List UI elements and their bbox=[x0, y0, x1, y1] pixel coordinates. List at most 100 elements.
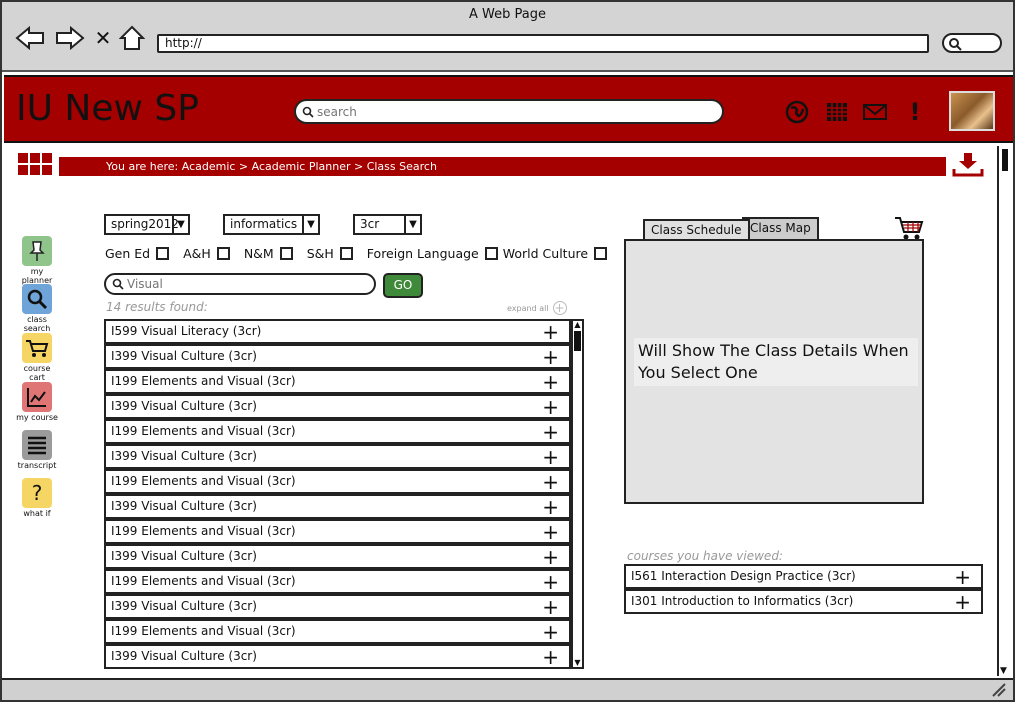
plus-icon[interactable]: + bbox=[542, 547, 559, 567]
list-item[interactable]: I399 Visual Culture (3cr) + bbox=[104, 444, 571, 469]
top-search-box[interactable] bbox=[294, 99, 724, 124]
list-item[interactable]: I399 Visual Culture (3cr) + bbox=[104, 394, 571, 419]
plus-icon[interactable]: + bbox=[542, 447, 559, 467]
nav-label: transcript bbox=[17, 461, 57, 470]
scroll-down-icon[interactable]: ▼ bbox=[573, 659, 582, 667]
download-icon[interactable] bbox=[952, 152, 984, 178]
list-item[interactable]: I399 Visual Culture (3cr) + bbox=[104, 494, 571, 519]
plus-icon[interactable]: + bbox=[542, 597, 559, 617]
course-title: I199 Elements and Visual (3cr) bbox=[111, 424, 296, 438]
checkbox-foreign-language[interactable] bbox=[484, 247, 498, 260]
list-item[interactable]: I399 Visual Culture (3cr) + bbox=[104, 644, 571, 669]
list-item[interactable]: I301 Introduction to Informatics (3cr) + bbox=[624, 589, 983, 614]
course-title: I399 Visual Culture (3cr) bbox=[111, 649, 257, 663]
list-item[interactable]: I199 Elements and Visual (3cr) + bbox=[104, 469, 571, 494]
plus-icon: + bbox=[552, 301, 567, 315]
globe-icon[interactable] bbox=[784, 99, 810, 125]
url-bar[interactable]: http:// bbox=[157, 34, 929, 53]
tab-class-map[interactable]: Class Map bbox=[742, 217, 819, 239]
credits-select[interactable]: 3cr ▼ bbox=[353, 214, 422, 235]
browser-search[interactable] bbox=[942, 33, 1002, 53]
chart-icon bbox=[22, 382, 52, 412]
list-item[interactable]: I599 Visual Literacy (3cr) + bbox=[104, 319, 571, 344]
alert-icon[interactable]: ! bbox=[902, 98, 928, 126]
plus-icon[interactable]: + bbox=[542, 472, 559, 492]
caret-down-icon: ▼ bbox=[172, 216, 188, 233]
list-item[interactable]: I199 Elements and Visual (3cr) + bbox=[104, 519, 571, 544]
course-search-box[interactable] bbox=[104, 273, 376, 295]
plus-icon[interactable]: + bbox=[542, 372, 559, 392]
cart-icon[interactable] bbox=[894, 215, 924, 241]
page-scrollbar[interactable]: ▼ bbox=[997, 146, 1011, 676]
back-icon[interactable] bbox=[14, 24, 46, 52]
list-item[interactable]: I199 Elements and Visual (3cr) + bbox=[104, 419, 571, 444]
plus-icon[interactable]: + bbox=[542, 647, 559, 667]
list-item[interactable]: I199 Elements and Visual (3cr) + bbox=[104, 569, 571, 594]
plus-icon[interactable]: + bbox=[542, 522, 559, 542]
list-item[interactable]: I399 Visual Culture (3cr) + bbox=[104, 594, 571, 619]
apps-grid-icon[interactable] bbox=[18, 153, 52, 175]
course-title: I561 Interaction Design Practice (3cr) bbox=[631, 569, 856, 583]
forward-icon[interactable] bbox=[54, 24, 86, 52]
viewed-courses-list: I561 Interaction Design Practice (3cr) + … bbox=[624, 564, 983, 614]
checkbox-sh[interactable] bbox=[339, 247, 353, 260]
results-scrollbar[interactable]: ▲ ▼ bbox=[571, 319, 584, 669]
results-count: 14 results found: bbox=[106, 300, 208, 314]
list-item[interactable]: I199 Elements and Visual (3cr) + bbox=[104, 619, 571, 644]
plus-icon[interactable]: + bbox=[542, 322, 559, 342]
list-item[interactable]: I399 Visual Culture (3cr) + bbox=[104, 344, 571, 369]
scroll-thumb[interactable] bbox=[574, 331, 581, 351]
avatar[interactable] bbox=[949, 91, 995, 131]
list-item[interactable]: I199 Elements and Visual (3cr) + bbox=[104, 369, 571, 394]
department-select[interactable]: informatics ▼ bbox=[223, 214, 320, 235]
scroll-up-icon[interactable]: ▲ bbox=[573, 321, 582, 329]
viewed-label: courses you have viewed: bbox=[627, 549, 783, 563]
plus-icon[interactable]: + bbox=[954, 592, 971, 612]
checkbox-gen-ed[interactable] bbox=[156, 247, 170, 260]
checkbox-label: World Culture bbox=[502, 246, 589, 261]
plus-icon[interactable]: + bbox=[954, 567, 971, 587]
checkbox-world-culture[interactable] bbox=[594, 247, 608, 260]
expand-all-label: expand all bbox=[507, 303, 549, 313]
plus-icon[interactable]: + bbox=[542, 497, 559, 517]
list-item[interactable]: I561 Interaction Design Practice (3cr) + bbox=[624, 564, 983, 589]
term-select[interactable]: spring2012 ▼ bbox=[104, 214, 190, 235]
course-title: I199 Elements and Visual (3cr) bbox=[111, 474, 296, 488]
list-item[interactable]: I399 Visual Culture (3cr) + bbox=[104, 544, 571, 569]
nav-my-planner[interactable]: my planner bbox=[16, 236, 58, 285]
course-search-input[interactable] bbox=[127, 277, 367, 291]
magnifier-icon bbox=[22, 284, 52, 314]
nav-transcript[interactable]: transcript bbox=[16, 430, 58, 470]
go-button[interactable]: GO bbox=[383, 273, 423, 298]
calendar-icon[interactable] bbox=[824, 99, 850, 125]
checkbox-nm[interactable] bbox=[279, 247, 293, 260]
mail-icon[interactable] bbox=[862, 99, 888, 125]
plus-icon[interactable]: + bbox=[542, 622, 559, 642]
course-title: I199 Elements and Visual (3cr) bbox=[111, 624, 296, 638]
plus-icon[interactable]: + bbox=[542, 422, 559, 442]
scroll-down-icon[interactable]: ▼ bbox=[1000, 666, 1007, 676]
checkbox-label: N&M bbox=[243, 246, 274, 261]
checkbox-label: Foreign Language bbox=[366, 246, 479, 261]
stop-icon[interactable]: ✕ bbox=[94, 24, 112, 52]
plus-icon[interactable]: + bbox=[542, 347, 559, 367]
nav-my-course[interactable]: my course bbox=[16, 382, 58, 422]
search-icon bbox=[949, 38, 962, 51]
home-icon[interactable] bbox=[118, 24, 146, 52]
nav-label: my course bbox=[16, 413, 58, 422]
scroll-thumb[interactable] bbox=[1002, 149, 1008, 171]
nav-class-search[interactable]: class search bbox=[16, 284, 58, 333]
plus-icon[interactable]: + bbox=[542, 397, 559, 417]
checkbox-ah[interactable] bbox=[216, 247, 230, 260]
plus-icon[interactable]: + bbox=[542, 572, 559, 592]
expand-all-button[interactable]: expand all + bbox=[507, 301, 567, 315]
course-title: I399 Visual Culture (3cr) bbox=[111, 449, 257, 463]
tab-class-schedule[interactable]: Class Schedule bbox=[643, 219, 750, 241]
app-title[interactable]: IU New SP bbox=[16, 88, 199, 129]
nav-what-if[interactable]: ? what if bbox=[16, 478, 58, 518]
nav-course-cart[interactable]: course cart bbox=[16, 333, 58, 382]
resize-grip-icon[interactable] bbox=[991, 683, 1007, 697]
top-search-input[interactable] bbox=[317, 104, 697, 119]
nav-label: course cart bbox=[23, 364, 51, 382]
course-title: I399 Visual Culture (3cr) bbox=[111, 499, 257, 513]
